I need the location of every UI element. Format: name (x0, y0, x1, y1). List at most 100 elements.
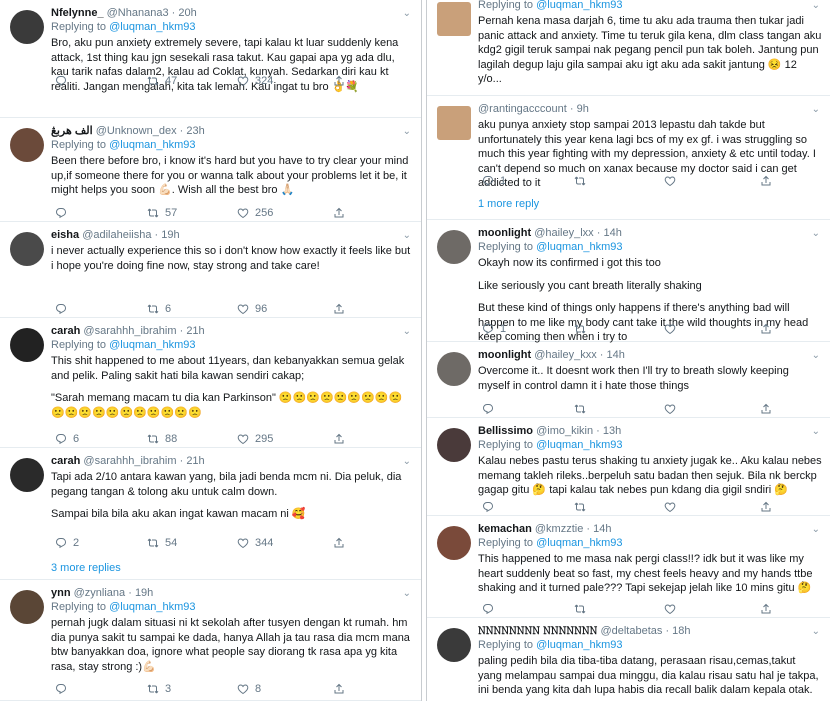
chevron-down-icon[interactable]: ⌄ (812, 350, 820, 361)
display-name[interactable]: carah (51, 455, 80, 467)
tweet[interactable]: @rantingacccount · 9h aku punya anxiety s… (427, 96, 830, 220)
mention-link[interactable]: @luqman_hkm93 (536, 639, 622, 651)
mention-link[interactable]: @luqman_hkm93 (536, 439, 622, 451)
avatar[interactable] (10, 232, 44, 266)
tweet[interactable]: eisha @adilaheiisha · 19h i never actuall… (0, 222, 421, 318)
retweet-button[interactable]: 57 (147, 206, 177, 220)
share-button[interactable] (333, 74, 351, 88)
avatar[interactable] (437, 526, 471, 560)
display-name[interactable]: moonlight (478, 349, 531, 361)
reply-button[interactable] (482, 500, 500, 514)
user-handle[interactable]: @sarahhh_ibrahim (80, 455, 176, 467)
retweet-button[interactable] (574, 602, 592, 616)
user-handle[interactable]: @adilaheiisha (79, 229, 151, 241)
tweet[interactable]: Nfelynne_ @Nhanana3 · 20h Replying to @lu… (0, 0, 421, 118)
reply-button[interactable] (55, 302, 73, 316)
chevron-down-icon[interactable]: ⌄ (812, 524, 820, 535)
tweet[interactable]: kemachan @kmzztie · 14h Replying to @luqm… (427, 516, 830, 618)
retweet-button[interactable]: 6 (147, 302, 171, 316)
mention-link[interactable]: @luqman_hkm93 (109, 21, 195, 33)
like-button[interactable] (664, 322, 682, 336)
tweet[interactable]: الف هربڠ @Unknown_dex · 23h Replying to @… (0, 118, 421, 222)
avatar[interactable] (10, 458, 44, 492)
like-button[interactable]: 96 (237, 302, 267, 316)
tweet[interactable]: carah @sarahhh_ibrahim · 21h Tapi ada 2/1… (0, 448, 421, 580)
chevron-down-icon[interactable]: ⌄ (812, 626, 820, 637)
user-handle[interactable]: @Unknown_dex (93, 125, 177, 137)
chevron-down-icon[interactable]: ⌄ (403, 456, 411, 467)
user-handle[interactable]: @Nhanana3 (104, 7, 169, 19)
avatar[interactable] (437, 2, 471, 36)
user-handle[interactable]: @sarahhh_ibrahim (80, 325, 176, 337)
display-name[interactable]: Bellissimo (478, 425, 533, 437)
display-name[interactable]: الف هربڠ (51, 125, 93, 137)
avatar[interactable] (437, 352, 471, 386)
timestamp[interactable]: 21h (186, 455, 204, 467)
share-button[interactable] (333, 206, 351, 220)
like-button[interactable]: 344 (237, 536, 273, 550)
tweet[interactable]: carah @sarahhh_ibrahim · 21h Replying to … (0, 318, 421, 448)
share-button[interactable] (333, 536, 351, 550)
reply-button[interactable] (55, 682, 73, 696)
like-button[interactable]: 8 (237, 682, 261, 696)
display-name[interactable]: kemachan (478, 523, 532, 535)
mention-link[interactable]: @luqman_hkm93 (536, 241, 622, 253)
retweet-button[interactable] (574, 174, 592, 188)
like-button[interactable]: 256 (237, 206, 273, 220)
user-handle[interactable]: @hailey_lxx (531, 227, 593, 239)
retweet-button[interactable]: 54 (147, 536, 177, 550)
reply-button[interactable]: 6 (55, 432, 79, 446)
tweet[interactable]: moonlight @hailey_lxx · 14h Replying to @… (427, 220, 830, 343)
share-button[interactable] (760, 402, 778, 416)
like-button[interactable] (664, 500, 682, 514)
avatar[interactable] (10, 590, 44, 624)
reply-button[interactable]: 2 (55, 536, 79, 550)
chevron-down-icon[interactable]: ⌄ (812, 426, 820, 437)
share-button[interactable] (333, 432, 351, 446)
user-handle[interactable]: @rantingacccount (478, 103, 567, 115)
timestamp[interactable]: 19h (161, 229, 179, 241)
timestamp[interactable]: 14h (593, 523, 611, 535)
tweet[interactable]: moonlight @hailey_kxx · 14h Overcome it..… (427, 342, 830, 418)
retweet-button[interactable]: 3 (147, 682, 171, 696)
reply-button[interactable] (55, 74, 73, 88)
like-button[interactable]: 324 (237, 74, 273, 88)
chevron-down-icon[interactable]: ⌄ (812, 0, 820, 11)
timestamp[interactable]: 13h (603, 425, 621, 437)
like-button[interactable] (664, 602, 682, 616)
avatar[interactable] (437, 428, 471, 462)
reply-button[interactable] (55, 206, 73, 220)
retweet-button[interactable] (574, 402, 592, 416)
chevron-down-icon[interactable]: ⌄ (812, 104, 820, 115)
timestamp[interactable]: 18h (672, 625, 690, 637)
reply-button[interactable] (482, 602, 500, 616)
timestamp[interactable]: 9h (577, 103, 589, 115)
timestamp[interactable]: 23h (186, 125, 204, 137)
chevron-down-icon[interactable]: ⌄ (812, 228, 820, 239)
timestamp[interactable]: 14h (603, 227, 621, 239)
more-replies-link[interactable]: 1 more reply (478, 198, 539, 210)
chevron-down-icon[interactable]: ⌄ (403, 230, 411, 241)
retweet-button[interactable] (574, 500, 592, 514)
tweet[interactable]: Bellissimo @imo_kikin · 13h Replying to @… (427, 418, 830, 516)
share-button[interactable] (760, 174, 778, 188)
retweet-button[interactable]: 88 (147, 432, 177, 446)
like-button[interactable] (664, 174, 682, 188)
tweet[interactable]: Replying to @luqman_hkm93 Pernah kena mas… (427, 0, 830, 96)
avatar[interactable] (10, 128, 44, 162)
display-name[interactable]: moonlight (478, 227, 531, 239)
tweet[interactable]: ynn @zynliana · 19h Replying to @luqman_h… (0, 580, 421, 701)
user-handle[interactable]: @hailey_kxx (531, 349, 597, 361)
more-replies-link[interactable]: 3 more replies (51, 562, 121, 574)
avatar[interactable] (10, 328, 44, 362)
tweet[interactable]: 𝙽𝙽𝙽𝙽𝙽𝙽𝙽𝙽 𝙽𝙽𝙽𝙽𝙽𝙽𝙽 @deltabetas · 18h Replyi… (427, 618, 830, 701)
retweet-button[interactable]: 47 (147, 74, 177, 88)
timestamp[interactable]: 20h (178, 7, 196, 19)
mention-link[interactable]: @luqman_hkm93 (536, 537, 622, 549)
reply-button[interactable]: 1 (482, 174, 506, 188)
avatar[interactable] (437, 230, 471, 264)
chevron-down-icon[interactable]: ⌄ (403, 126, 411, 137)
user-handle[interactable]: @imo_kikin (533, 425, 593, 437)
display-name[interactable]: carah (51, 325, 80, 337)
reply-button[interactable]: 1 (482, 322, 506, 336)
